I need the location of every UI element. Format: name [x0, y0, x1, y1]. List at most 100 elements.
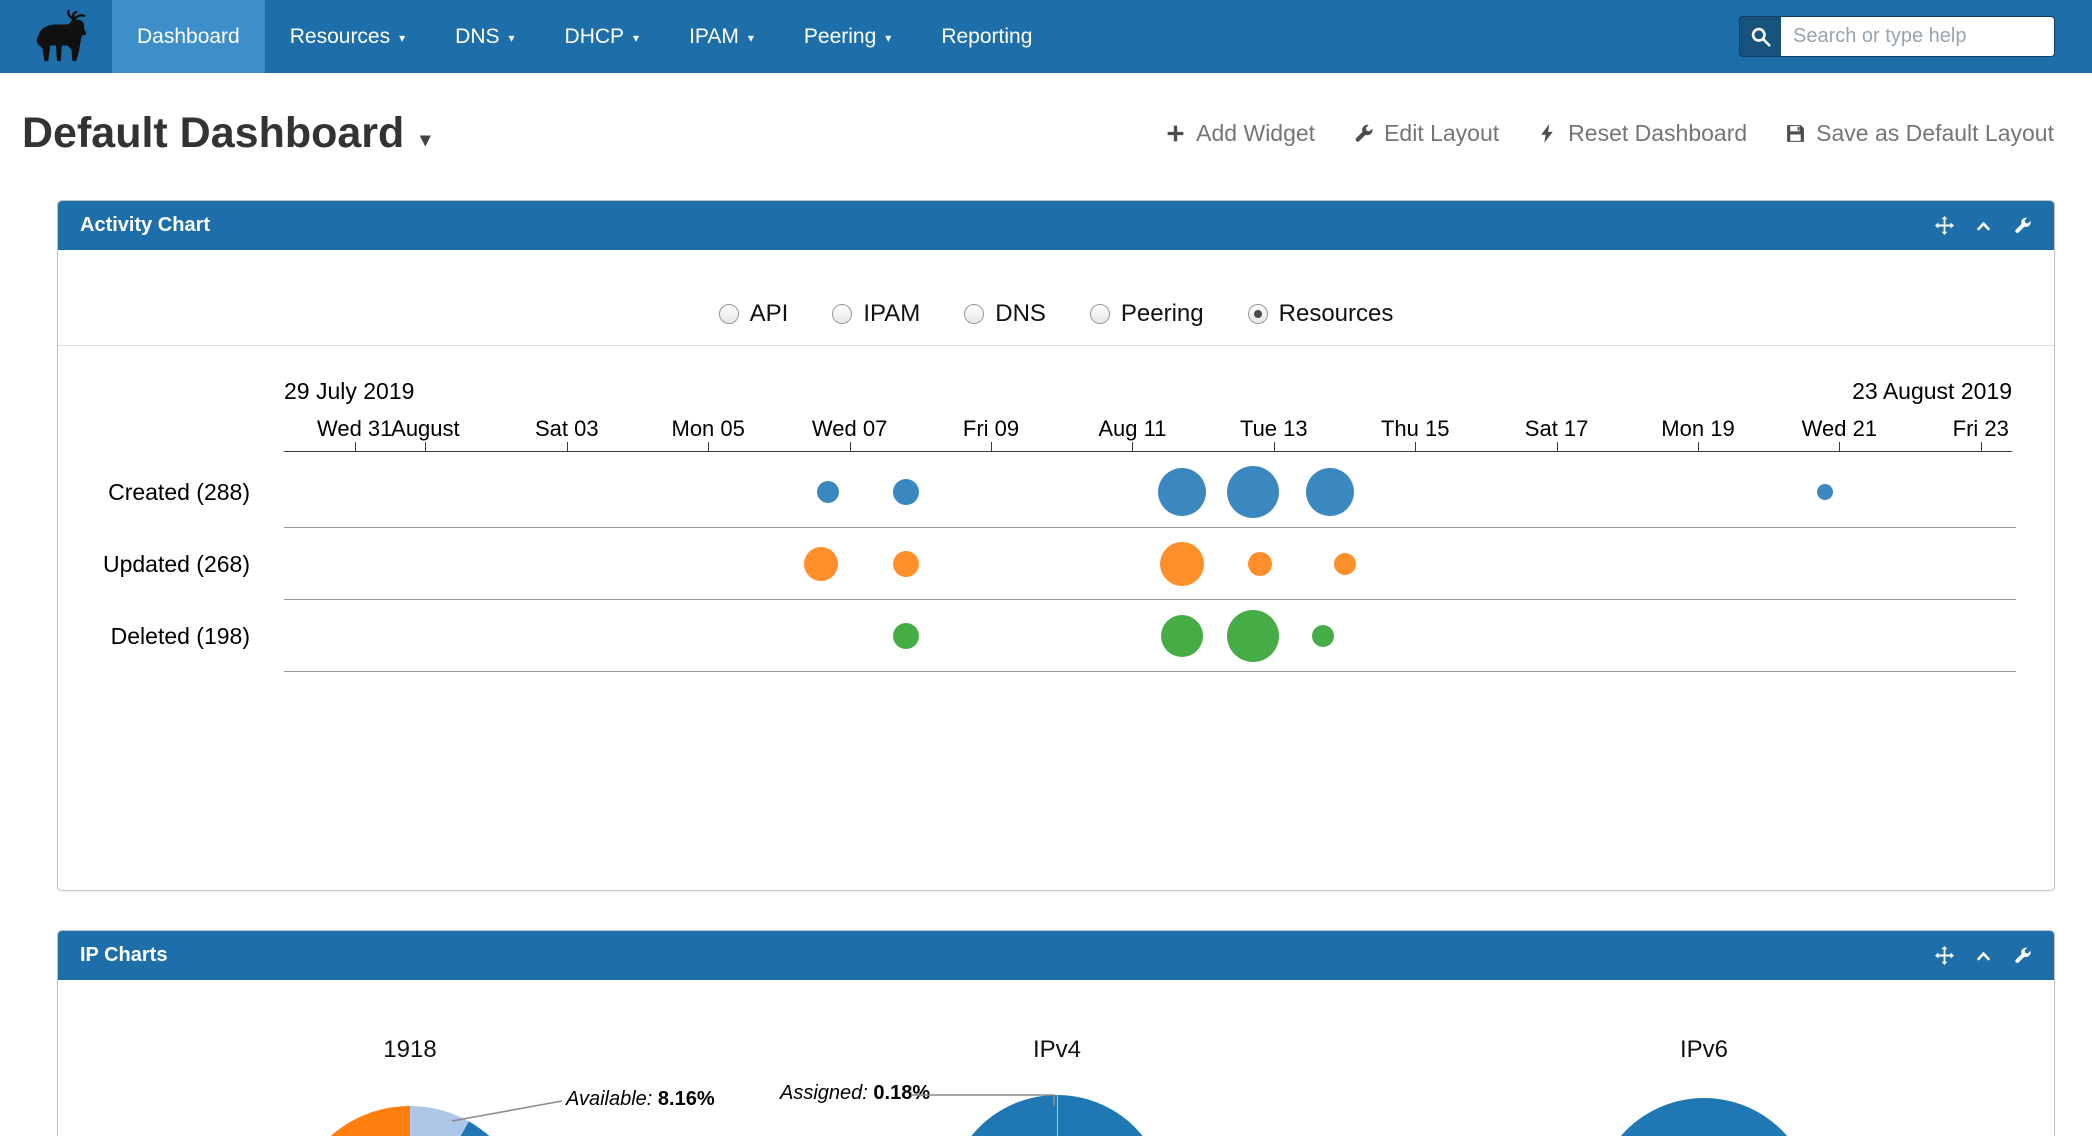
pie-chart-ipv6: [1594, 1098, 1814, 1136]
axis-tick-label: Mon 05: [671, 416, 744, 442]
chart-row-band: [284, 600, 2016, 672]
nav-item-reporting[interactable]: Reporting: [916, 0, 1057, 73]
nav-item-label: DNS: [455, 25, 499, 49]
widget-title: IP Charts: [80, 944, 1935, 967]
nav-item-resources[interactable]: Resources ▾: [265, 0, 430, 73]
pie-chart-ipv4: [947, 1095, 1167, 1136]
row-label: Created (288): [58, 456, 250, 528]
moose-logo[interactable]: [0, 0, 112, 73]
axis-tick: [567, 442, 568, 451]
page-header: Default Dashboard ▾ Add Widget Edit Layou…: [0, 73, 2092, 158]
nav-item-label: Peering: [804, 25, 876, 49]
date-range-start: 29 July 2019: [284, 378, 414, 405]
wrench-icon: [1353, 123, 1374, 144]
activity-bubble: [1334, 553, 1356, 575]
annotation-value: 8.16%: [658, 1088, 715, 1110]
action-save-as-default-layout[interactable]: Save as Default Layout: [1785, 120, 2054, 147]
moose-icon: [23, 10, 89, 64]
nav-item-label: Dashboard: [137, 25, 240, 49]
chevron-down-icon: ▾: [885, 28, 891, 45]
axis-tick-label: Fri 23: [1953, 416, 2009, 442]
axis-tick-label: Sat 03: [535, 416, 599, 442]
axis-tick-label: Thu 15: [1381, 416, 1450, 442]
dashboard-toolbar: Add Widget Edit Layout Reset Dashboard Save…: [1165, 120, 2054, 147]
plus-icon: [1165, 123, 1186, 144]
settings-icon[interactable]: [2013, 216, 2032, 235]
widget-header: IP Charts: [58, 931, 2054, 980]
x-axis-line: [284, 451, 2012, 452]
top-navigation: DashboardResources▾DNS▾DHCP▾IPAM▾Peering…: [0, 0, 2092, 73]
move-icon[interactable]: [1935, 216, 1954, 235]
nav-item-label: DHCP: [565, 25, 625, 49]
widget-header: Activity Chart: [58, 201, 2054, 250]
widget-controls: [1935, 216, 2032, 235]
nav-item-dns[interactable]: DNS ▾: [430, 0, 539, 73]
pie-title-ipv6: IPv6: [1680, 1036, 1728, 1064]
annotation-value: 0.18%: [873, 1082, 930, 1104]
search-input[interactable]: [1781, 16, 2055, 57]
pie-title-1918: 1918: [383, 1036, 436, 1064]
nav-item-label: IPAM: [689, 25, 739, 49]
search-icon[interactable]: [1739, 16, 1781, 57]
axis-tick-label: Mon 19: [1661, 416, 1734, 442]
activity-bubble-chart: 29 July 2019 23 August 2019 Wed 31August…: [58, 250, 2054, 890]
axis-tick: [991, 442, 992, 451]
axis-tick-label: Wed 31: [317, 416, 392, 442]
nav-menu: DashboardResources▾DNS▾DHCP▾IPAM▾Peering…: [112, 0, 1057, 73]
page-title[interactable]: Default Dashboard ▾: [22, 109, 430, 158]
pie-annotation: Available: 8.16%: [566, 1088, 715, 1111]
axis-tick: [1132, 442, 1133, 451]
activity-bubble: [1248, 552, 1272, 576]
chevron-down-icon: ▾: [399, 28, 405, 45]
activity-bubble: [893, 551, 919, 577]
axis-tick: [1981, 442, 1982, 451]
activity-widget-body: APIIPAMDNSPeeringResources 29 July 2019 …: [58, 250, 2054, 890]
action-label: Reset Dashboard: [1568, 120, 1747, 147]
axis-tick-label: August: [391, 416, 460, 442]
nav-item-dashboard[interactable]: Dashboard: [112, 0, 265, 73]
axis-tick-label: Fri 09: [963, 416, 1019, 442]
bolt-icon: [1537, 123, 1558, 144]
axis-tick: [1557, 442, 1558, 451]
annotation-label: Assigned:: [780, 1082, 868, 1104]
chevron-down-icon: ▾: [748, 28, 754, 45]
collapse-icon[interactable]: [1974, 946, 1993, 965]
nav-item-label: Resources: [290, 25, 390, 49]
move-icon[interactable]: [1935, 946, 1954, 965]
axis-tick: [1839, 442, 1840, 451]
action-label: Edit Layout: [1384, 120, 1499, 147]
axis-tick: [850, 442, 851, 451]
chart-row-band: [284, 456, 2016, 528]
axis-tick: [355, 442, 356, 451]
activity-bubble: [1161, 615, 1203, 657]
axis-tick: [1274, 442, 1275, 451]
nav-item-peering[interactable]: Peering ▾: [779, 0, 916, 73]
collapse-icon[interactable]: [1974, 216, 1993, 235]
axis-tick-label: Wed 21: [1802, 416, 1877, 442]
settings-icon[interactable]: [2013, 946, 2032, 965]
chevron-down-icon: ▾: [509, 28, 515, 45]
chart-row-band: [284, 528, 2016, 600]
activity-bubble: [1227, 466, 1279, 518]
nav-item-label: Reporting: [941, 25, 1032, 49]
widget-controls: [1935, 946, 2032, 965]
pie-chart-1918: [290, 1106, 530, 1136]
activity-bubble: [1227, 610, 1279, 662]
activity-bubble: [893, 479, 919, 505]
nav-item-dhcp[interactable]: DHCP▾: [540, 0, 665, 73]
annotation-label: Available:: [566, 1088, 652, 1110]
ip-charts-body: 1918Available: 8.16%IPv4Assigned: 0.18%I…: [58, 980, 2054, 1136]
action-label: Add Widget: [1196, 120, 1315, 147]
axis-tick: [1415, 442, 1416, 451]
widget-title: Activity Chart: [80, 214, 1935, 237]
action-add-widget[interactable]: Add Widget: [1165, 120, 1315, 147]
action-reset-dashboard[interactable]: Reset Dashboard: [1537, 120, 1747, 147]
search-box: [1739, 16, 2055, 57]
date-range-end: 23 August 2019: [1852, 378, 2012, 405]
pie-annotation: Assigned: 0.18%: [780, 1082, 930, 1105]
nav-item-ipam[interactable]: IPAM ▾: [664, 0, 779, 73]
axis-tick: [425, 442, 426, 451]
action-edit-layout[interactable]: Edit Layout: [1353, 120, 1499, 147]
axis-tick: [1698, 442, 1699, 451]
activity-bubble: [1158, 468, 1206, 516]
